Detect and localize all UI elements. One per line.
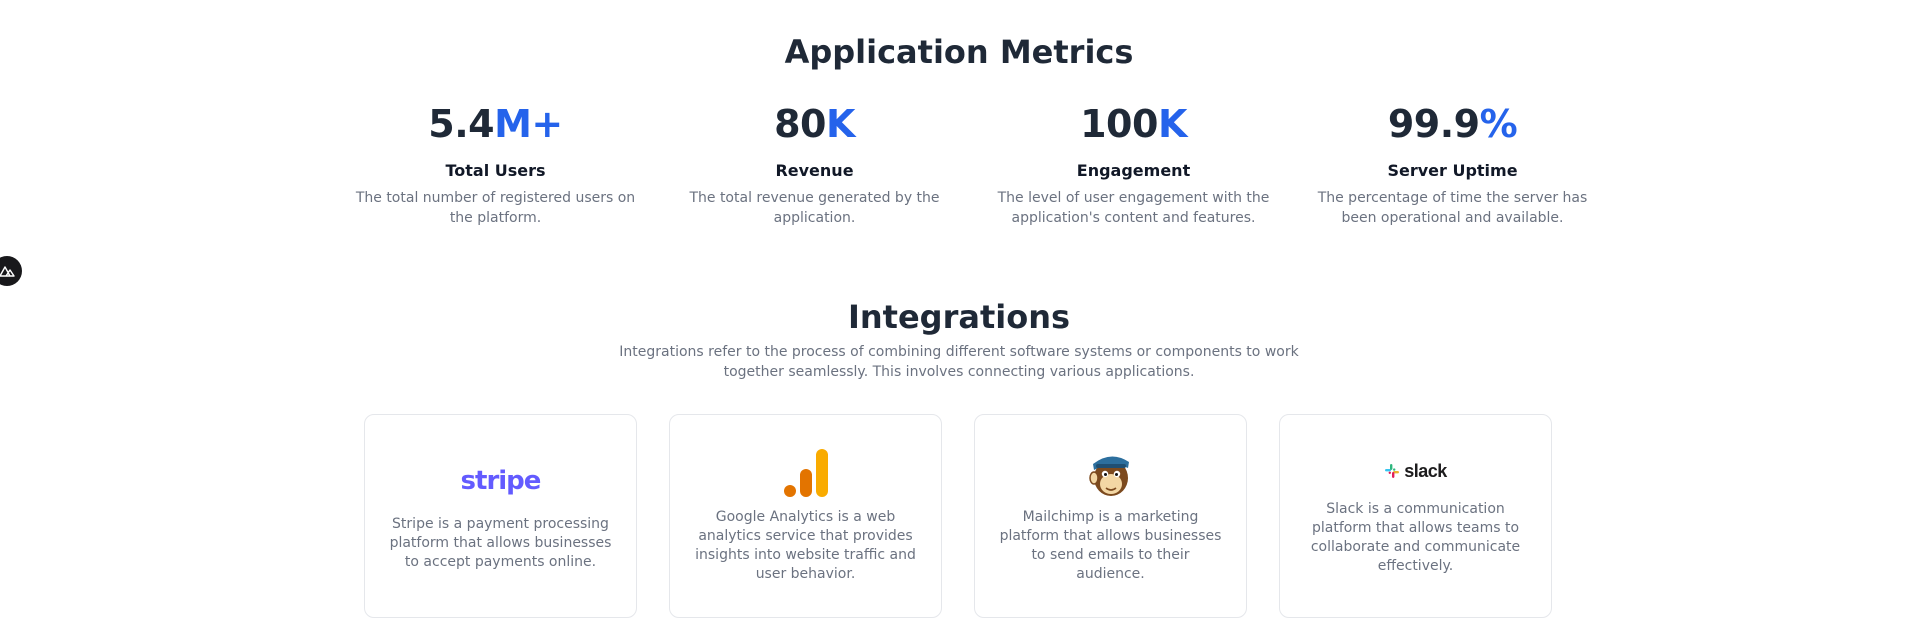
metric-engagement: 100K Engagement The level of user engage… bbox=[974, 98, 1293, 228]
metric-value: 99.9% bbox=[1387, 102, 1518, 146]
mailchimp-logo bbox=[1088, 448, 1134, 498]
metric-revenue: 80K Revenue The total revenue generated … bbox=[655, 98, 974, 228]
integration-card-google-analytics[interactable]: Google Analytics is a web analytics serv… bbox=[669, 414, 942, 618]
integration-description: Stripe is a payment processing platform … bbox=[389, 515, 612, 570]
integration-card-stripe[interactable]: stripe Stripe is a payment processing pl… bbox=[364, 414, 637, 618]
metrics-title: Application Metrics bbox=[784, 33, 1134, 71]
metric-value: 100K bbox=[1080, 102, 1187, 146]
metric-description: The total revenue generated by the appli… bbox=[689, 190, 940, 226]
side-toggle-button[interactable] bbox=[0, 256, 22, 286]
metric-value: 5.4M+ bbox=[428, 102, 563, 146]
integrations-subtitle: Integrations refer to the process of com… bbox=[619, 344, 1299, 380]
metric-label: Total Users bbox=[445, 161, 546, 180]
integrations-title: Integrations bbox=[847, 298, 1071, 336]
integration-card-mailchimp[interactable]: Mailchimp is a marketing platform that a… bbox=[974, 414, 1247, 618]
metric-value: 80K bbox=[774, 102, 855, 146]
google-analytics-logo bbox=[783, 448, 829, 498]
metric-description: The total number of registered users on … bbox=[355, 190, 636, 226]
metric-label: Revenue bbox=[775, 161, 854, 180]
nuxt-icon bbox=[0, 266, 15, 277]
stripe-logo: stripe bbox=[460, 465, 542, 496]
metric-label: Server Uptime bbox=[1387, 161, 1518, 180]
integration-card-slack[interactable]: slack Slack is a communication platform … bbox=[1279, 414, 1552, 618]
slack-logo: slack bbox=[1384, 456, 1447, 486]
integrations-cards: stripe Stripe is a payment processing pl… bbox=[364, 414, 1552, 618]
metric-label: Engagement bbox=[1076, 161, 1191, 180]
metric-server-uptime: 99.9% Server Uptime The percentage of ti… bbox=[1293, 98, 1612, 228]
metrics-grid: 5.4M+ Total Users The total number of re… bbox=[336, 98, 1614, 228]
metric-description: The percentage of time the server has be… bbox=[1317, 190, 1588, 226]
integration-description: Mailchimp is a marketing platform that a… bbox=[999, 509, 1222, 582]
integration-description: Slack is a communication platform that a… bbox=[1310, 501, 1521, 574]
metric-description: The level of user engagement with the ap… bbox=[997, 190, 1270, 226]
integration-description: Google Analytics is a web analytics serv… bbox=[695, 509, 916, 582]
metric-total-users: 5.4M+ Total Users The total number of re… bbox=[336, 98, 655, 228]
